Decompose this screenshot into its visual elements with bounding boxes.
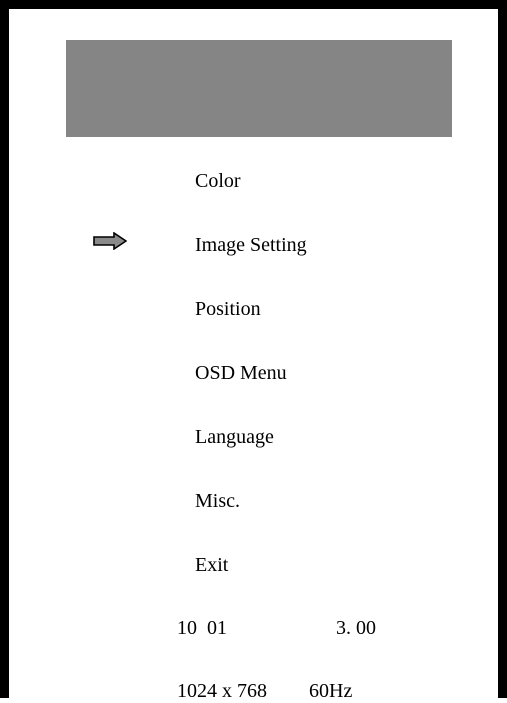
menu-item-osd-menu[interactable]: OSD Menu (195, 361, 287, 385)
right-arrow-icon (93, 232, 127, 250)
menu-item-language[interactable]: Language (195, 425, 274, 449)
menu-item-position[interactable]: Position (195, 297, 261, 321)
info-value-a: 10 01 (177, 617, 227, 639)
osd-menu-frame: Color Image Setting Position OSD Menu La… (0, 0, 507, 702)
info-value-b: 3. 00 (336, 617, 376, 639)
menu-item-color[interactable]: Color (195, 169, 241, 193)
menu-item-misc[interactable]: Misc. (195, 489, 240, 513)
osd-title-bar (66, 40, 452, 137)
refresh-rate-label: 60Hz (309, 680, 353, 702)
resolution-label: 1024 x 768 (177, 680, 267, 702)
menu-item-image-setting[interactable]: Image Setting (195, 233, 307, 257)
menu-item-exit[interactable]: Exit (195, 553, 228, 577)
